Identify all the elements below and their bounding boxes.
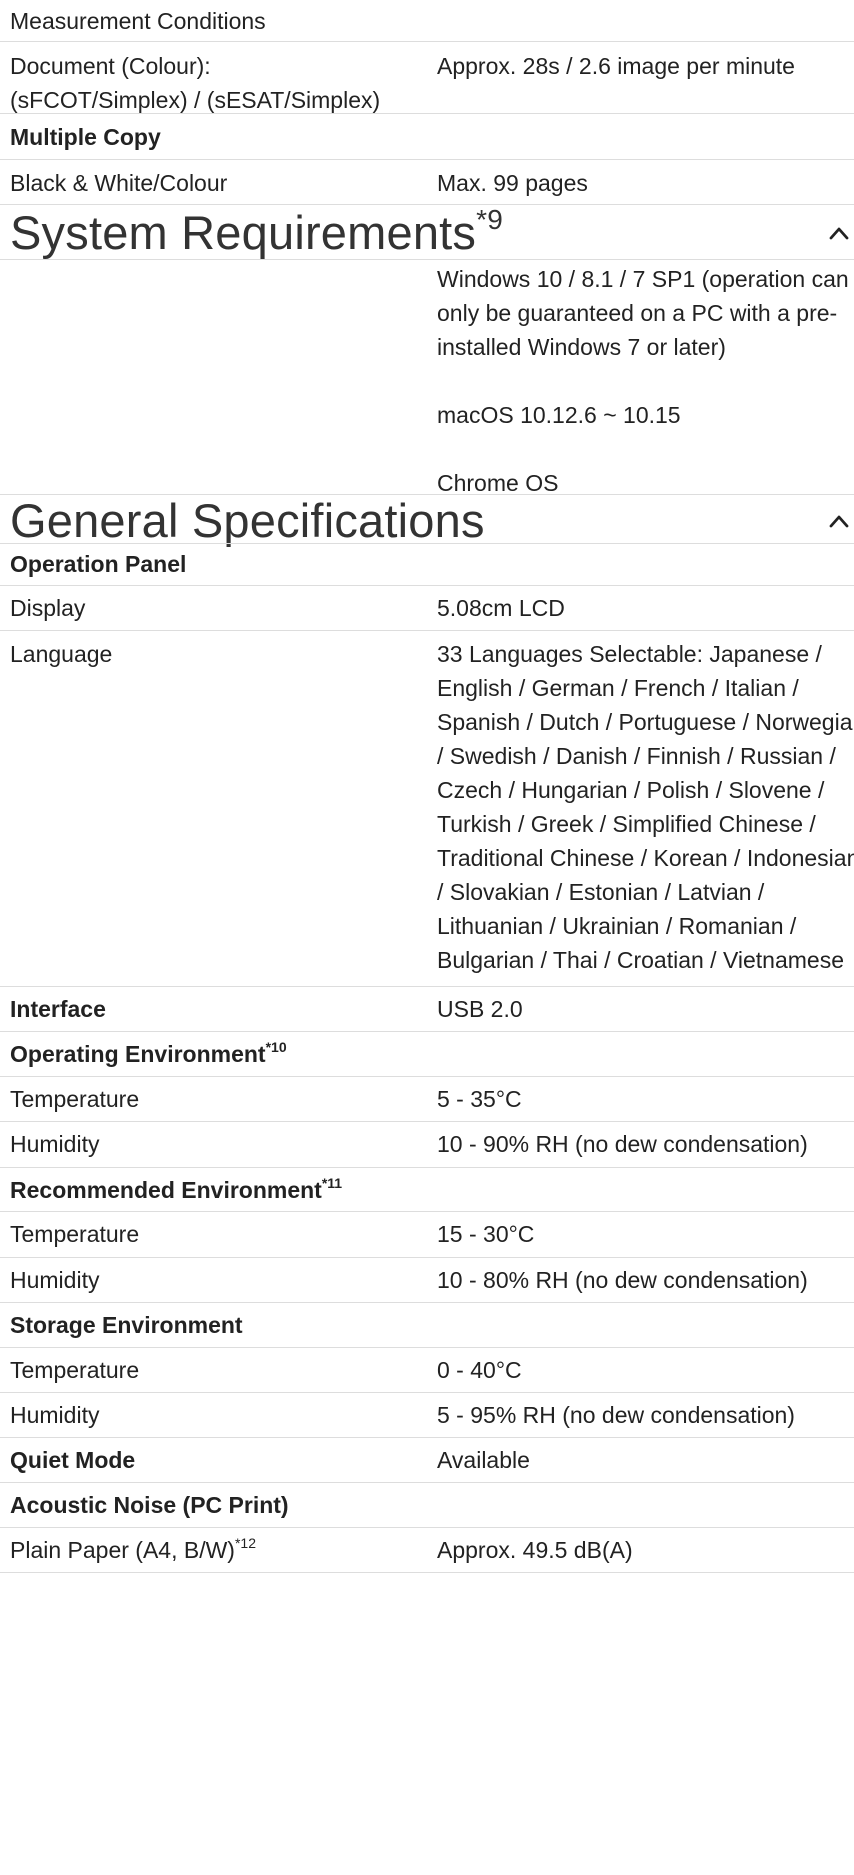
recommended-humidity-value: 10 - 80% RH (no dew condensation) — [437, 1267, 808, 1293]
recommended-environment-label-text: Recommended Environment — [10, 1177, 322, 1203]
operating-environment-footnote: *10 — [265, 1039, 287, 1055]
recommended-environment-row: Recommended Environment*11 — [0, 1168, 854, 1212]
system-requirements-row: Windows 10 / 8.1 / 7 SP1 (operation can … — [0, 260, 854, 496]
quiet-mode-value: Available — [437, 1447, 530, 1473]
language-value: 33 Languages Selectable: Japanese / Engl… — [437, 641, 854, 973]
operating-humidity-label: Humidity — [10, 1131, 100, 1157]
recommended-humidity-row: Humidity 10 - 80% RH (no dew condensatio… — [0, 1258, 854, 1303]
acoustic-noise-row: Acoustic Noise (PC Print) — [0, 1483, 854, 1528]
chevron-up-icon[interactable] — [828, 222, 850, 244]
system-requirements-footnote: *9 — [476, 204, 504, 235]
multiple-copy-label: Multiple Copy — [10, 124, 161, 150]
chevron-up-icon[interactable] — [828, 510, 850, 532]
specifications-page: Measurement Conditions Document (Colour)… — [0, 0, 854, 1875]
recommended-humidity-label: Humidity — [10, 1267, 100, 1293]
storage-environment-label: Storage Environment — [10, 1312, 243, 1338]
display-label: Display — [10, 595, 86, 621]
multiple-copy-row: Multiple Copy — [0, 114, 854, 160]
operating-humidity-row: Humidity 10 - 90% RH (no dew condensatio… — [0, 1122, 854, 1168]
plain-paper-row: Plain Paper (A4, B/W)*12 Approx. 49.5 dB… — [0, 1528, 854, 1573]
operating-environment-row: Operating Environment*10 — [0, 1032, 854, 1077]
display-row: Display 5.08cm LCD — [0, 586, 854, 631]
quiet-mode-row: Quiet Mode Available — [0, 1438, 854, 1483]
storage-humidity-value: 5 - 95% RH (no dew condensation) — [437, 1402, 795, 1428]
interface-row: Interface USB 2.0 — [0, 987, 854, 1032]
macos-requirement: macOS 10.12.6 ~ 10.15 — [437, 402, 681, 428]
interface-label: Interface — [10, 996, 106, 1022]
document-colour-label-line2: (sFCOT/Simplex) / (sESAT/Simplex) — [10, 87, 381, 113]
operating-temperature-value: 5 - 35°C — [437, 1086, 522, 1112]
storage-humidity-label: Humidity — [10, 1402, 100, 1428]
general-specifications-title: General Specifications — [10, 494, 485, 547]
language-label: Language — [10, 641, 113, 667]
system-requirements-value: Windows 10 / 8.1 / 7 SP1 (operation can … — [437, 262, 854, 500]
storage-environment-row: Storage Environment — [0, 1303, 854, 1348]
operation-panel-label: Operation Panel — [10, 551, 187, 577]
storage-temperature-row: Temperature 0 - 40°C — [0, 1348, 854, 1393]
recommended-environment-label: Recommended Environment*11 — [10, 1173, 430, 1207]
plain-paper-label-text: Plain Paper (A4, B/W) — [10, 1537, 235, 1563]
windows-requirement: Windows 10 / 8.1 / 7 SP1 (operation can … — [437, 266, 849, 360]
measurement-conditions-row: Measurement Conditions — [0, 0, 854, 42]
recommended-environment-footnote: *11 — [321, 1175, 343, 1191]
interface-value: USB 2.0 — [437, 996, 523, 1022]
operating-humidity-value: 10 - 90% RH (no dew condensation) — [437, 1131, 808, 1157]
system-requirements-title-text: System Requirements — [10, 206, 477, 259]
system-requirements-header[interactable]: System Requirements*9 — [0, 205, 854, 260]
bw-colour-row: Black & White/Colour Max. 99 pages — [0, 160, 854, 205]
document-colour-label: Document (Colour): (sFCOT/Simplex) / (sE… — [10, 49, 430, 117]
storage-temperature-label: Temperature — [10, 1357, 140, 1383]
measurement-conditions-label: Measurement Conditions — [10, 8, 266, 34]
acoustic-noise-label: Acoustic Noise (PC Print) — [10, 1492, 289, 1518]
quiet-mode-label: Quiet Mode — [10, 1447, 136, 1473]
operating-temperature-label: Temperature — [10, 1086, 140, 1112]
document-colour-value: Approx. 28s / 2.6 image per minute — [437, 53, 795, 79]
bw-colour-value: Max. 99 pages — [437, 170, 588, 196]
storage-humidity-row: Humidity 5 - 95% RH (no dew condensation… — [0, 1393, 854, 1438]
operating-environment-label: Operating Environment*10 — [10, 1037, 430, 1071]
display-value: 5.08cm LCD — [437, 595, 565, 621]
bw-colour-label: Black & White/Colour — [10, 170, 228, 196]
recommended-temperature-row: Temperature 15 - 30°C — [0, 1212, 854, 1258]
document-colour-row: Document (Colour): (sFCOT/Simplex) / (sE… — [0, 42, 854, 114]
operating-temperature-row: Temperature 5 - 35°C — [0, 1077, 854, 1122]
storage-temperature-value: 0 - 40°C — [437, 1357, 522, 1383]
plain-paper-value: Approx. 49.5 dB(A) — [437, 1537, 633, 1563]
operating-environment-label-text: Operating Environment — [10, 1041, 266, 1067]
operation-panel-row: Operation Panel — [0, 544, 854, 586]
plain-paper-label: Plain Paper (A4, B/W)*12 — [10, 1533, 430, 1567]
document-colour-label-line1: Document (Colour): — [10, 53, 211, 79]
general-specifications-header[interactable]: General Specifications — [0, 494, 854, 547]
recommended-temperature-label: Temperature — [10, 1221, 140, 1247]
language-row: Language 33 Languages Selectable: Japane… — [0, 631, 854, 987]
system-requirements-title: System Requirements*9 — [10, 205, 503, 261]
plain-paper-footnote: *12 — [234, 1535, 256, 1551]
recommended-temperature-value: 15 - 30°C — [437, 1221, 535, 1247]
